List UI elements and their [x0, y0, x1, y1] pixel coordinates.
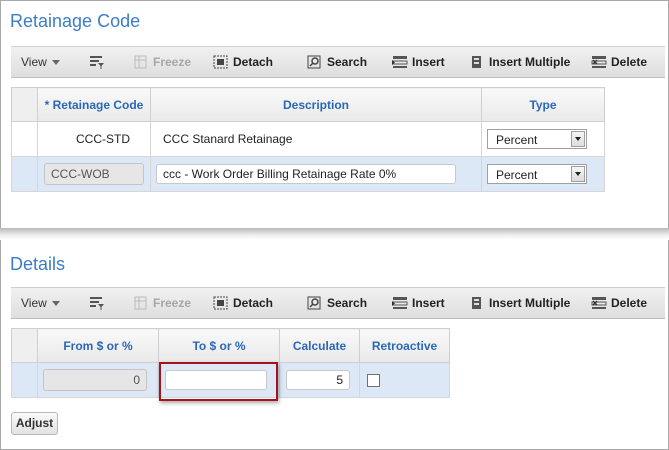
search-icon	[307, 55, 321, 69]
dropdown-arrow-icon[interactable]	[571, 166, 585, 182]
filter-icon[interactable]	[89, 55, 105, 69]
dropdown-arrow-icon[interactable]	[571, 131, 585, 147]
row-selector[interactable]	[11, 121, 38, 157]
details-section-title: Details	[10, 254, 66, 274]
description-cell[interactable]: CCC Stanard Retainage	[150, 121, 482, 157]
retainage-grid: * Retainage Code Description Type CCC-ST…	[11, 87, 605, 192]
view-menu-button[interactable]: View	[21, 288, 60, 319]
search-icon	[307, 296, 321, 310]
filter-icon[interactable]	[89, 296, 105, 310]
table-row[interactable]: CCC-WOB Percent	[11, 156, 605, 192]
grid-corner-cell	[11, 87, 38, 122]
grid-corner-cell	[11, 328, 38, 363]
column-header-type[interactable]: Type	[481, 87, 605, 122]
description-input[interactable]	[156, 164, 456, 184]
retainage-code-cell[interactable]: CCC-STD	[37, 121, 151, 157]
retainage-toolbar: View Freeze Detach Search Insert Insert …	[11, 46, 665, 78]
row-selector[interactable]	[11, 156, 38, 192]
insert-row-icon	[392, 56, 408, 68]
column-header-to[interactable]: To $ or %	[158, 328, 280, 363]
chevron-down-icon	[51, 301, 60, 307]
column-header-calculate[interactable]: Calculate	[279, 328, 360, 363]
insert-multiple-icon	[472, 297, 481, 309]
view-menu-button[interactable]: View	[21, 47, 60, 78]
detach-icon	[213, 55, 228, 69]
row-selector[interactable]	[11, 362, 38, 398]
column-header-retroactive[interactable]: Retroactive	[359, 328, 450, 363]
retroactive-checkbox[interactable]	[367, 374, 380, 388]
freeze-icon	[134, 296, 147, 310]
retainage-section-title: Retainage Code	[10, 11, 141, 31]
freeze-icon	[134, 55, 147, 69]
type-select[interactable]: Percent	[487, 129, 587, 149]
insert-row-icon	[392, 297, 408, 309]
table-row[interactable]: CCC-STD CCC Stanard Retainage Percent	[11, 121, 605, 157]
column-header-description[interactable]: Description	[150, 87, 482, 122]
column-header-from[interactable]: From $ or %	[37, 328, 159, 363]
detach-icon	[213, 296, 228, 310]
delete-row-icon	[591, 56, 607, 68]
type-select[interactable]: Percent	[487, 164, 587, 184]
insert-multiple-icon	[472, 56, 481, 68]
delete-row-icon	[591, 297, 607, 309]
chevron-down-icon	[51, 60, 60, 66]
column-header-retainage-code[interactable]: * Retainage Code	[37, 87, 151, 122]
section-divider	[0, 228, 669, 240]
adjust-button[interactable]: Adjust	[11, 412, 58, 435]
calculate-input[interactable]	[286, 370, 350, 390]
retainage-code-readonly: CCC-WOB	[44, 163, 144, 185]
to-field-highlight	[159, 362, 278, 401]
details-toolbar: View Freeze Detach Search Insert Insert …	[11, 287, 665, 319]
from-value-readonly: 0	[43, 369, 147, 391]
